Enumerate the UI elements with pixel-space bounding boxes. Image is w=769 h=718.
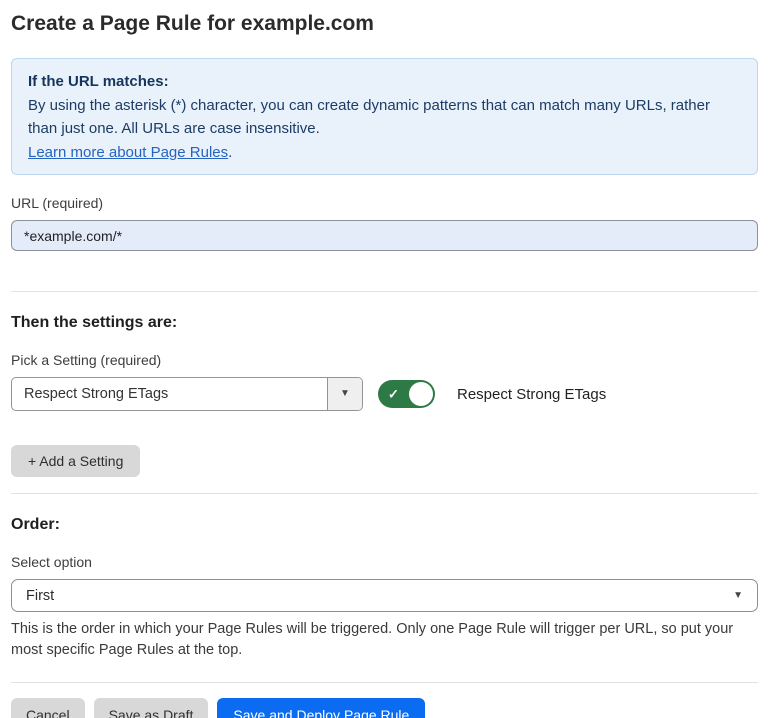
cancel-button[interactable]: Cancel bbox=[11, 698, 85, 718]
page-title: Create a Page Rule for example.com bbox=[11, 12, 758, 36]
etags-toggle[interactable]: ✓ bbox=[378, 380, 435, 408]
link-suffix: . bbox=[228, 144, 232, 161]
settings-section-heading: Then the settings are: bbox=[11, 313, 758, 332]
caret-down-icon: ▼ bbox=[340, 389, 350, 399]
divider bbox=[11, 493, 758, 494]
setting-select-value: Respect Strong ETags bbox=[12, 378, 327, 410]
toggle-knob bbox=[409, 382, 433, 406]
setting-row: Respect Strong ETags ▼ ✓ Respect Strong … bbox=[11, 377, 758, 411]
order-select-value: First bbox=[26, 588, 54, 604]
pick-setting-label: Pick a Setting (required) bbox=[11, 352, 758, 368]
order-section-heading: Order: bbox=[11, 515, 758, 534]
setting-select-arrow-button[interactable]: ▼ bbox=[327, 378, 362, 410]
add-setting-button[interactable]: + Add a Setting bbox=[11, 445, 140, 477]
info-box-heading: If the URL matches: bbox=[28, 70, 741, 94]
setting-select[interactable]: Respect Strong ETags ▼ bbox=[11, 377, 363, 411]
divider bbox=[11, 682, 758, 683]
chevron-down-icon: ▼ bbox=[733, 591, 743, 601]
info-box-link-line: Learn more about Page Rules. bbox=[28, 141, 741, 165]
url-input[interactable] bbox=[11, 220, 758, 251]
footer-actions: Cancel Save as Draft Save and Deploy Pag… bbox=[11, 698, 758, 718]
divider bbox=[11, 291, 758, 292]
save-as-draft-button[interactable]: Save as Draft bbox=[94, 698, 209, 718]
etags-toggle-label: Respect Strong ETags bbox=[457, 386, 606, 403]
order-help-text: This is the order in which your Page Rul… bbox=[11, 619, 751, 661]
check-icon: ✓ bbox=[388, 388, 399, 401]
order-select-label: Select option bbox=[11, 554, 758, 570]
save-and-deploy-button[interactable]: Save and Deploy Page Rule bbox=[217, 698, 425, 718]
url-field-label: URL (required) bbox=[11, 195, 758, 211]
url-match-info-box: If the URL matches: By using the asteris… bbox=[11, 58, 758, 175]
create-page-rule-form: Create a Page Rule for example.com If th… bbox=[0, 0, 769, 718]
order-select[interactable]: First ▼ bbox=[11, 579, 758, 612]
info-box-body: By using the asterisk (*) character, you… bbox=[28, 94, 713, 141]
learn-more-link[interactable]: Learn more about Page Rules bbox=[28, 144, 228, 161]
